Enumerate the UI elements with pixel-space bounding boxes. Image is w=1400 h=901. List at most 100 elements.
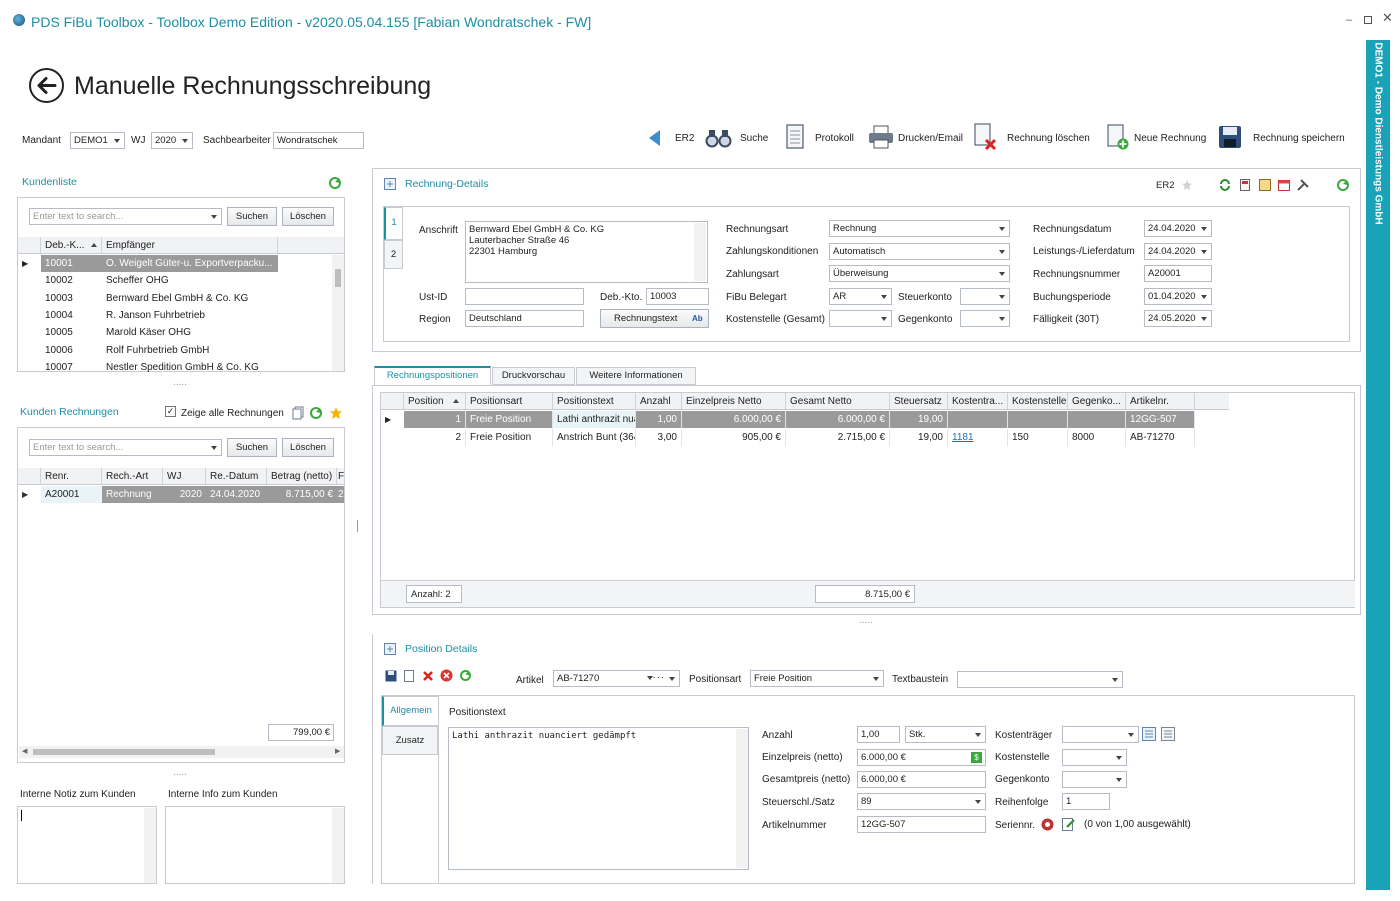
refresh-icon[interactable] (328, 176, 342, 190)
splitter-handle[interactable]: ..... (859, 615, 873, 627)
list-item[interactable]: 10005 Marold Käser OHG (18, 324, 332, 341)
einzelpreis-field[interactable]: 6.000,00 € (857, 749, 986, 766)
rechnungen-search-input[interactable]: Enter text to search... (29, 439, 222, 456)
rechnung-loeschen-button[interactable]: Rechnung löschen (973, 123, 1095, 151)
neue-rechnung-button[interactable]: Neue Rechnung (1106, 124, 1211, 152)
tab-weitere-informationen[interactable]: Weitere Informationen (576, 367, 696, 385)
sachbearbeiter-field[interactable]: Wondratschek (273, 132, 364, 149)
suche-button[interactable]: Suche (705, 126, 775, 150)
column-betrag[interactable]: Betrag (netto) (267, 468, 337, 484)
refresh-icon[interactable] (309, 406, 323, 420)
interne-notiz-field[interactable] (17, 806, 157, 884)
column-6[interactable]: Steuersatz (890, 393, 948, 409)
drucken-button[interactable]: Drucken/Email (867, 124, 967, 150)
star-outline-icon[interactable] (1181, 179, 1193, 191)
gegenkonto-select[interactable] (960, 310, 1010, 327)
tab-rechnungspositionen[interactable]: Rechnungspositionen (374, 366, 491, 386)
rechnungsart-select[interactable]: Rechnung (829, 220, 1010, 237)
protokoll-button[interactable]: Protokoll (785, 124, 860, 150)
anzahl-field[interactable]: 1,00 (857, 726, 900, 743)
list-icon[interactable] (1142, 727, 1156, 741)
tab-zusatz[interactable]: Zusatz (382, 726, 438, 755)
table-row[interactable]: 2Freie PositionAnstrich Bunt (364 St...3… (381, 428, 1229, 446)
leistungsdatum-field[interactable]: 24.04.2020 (1144, 243, 1212, 260)
list-item[interactable]: 10006 Rolf Fuhrbetrieb GmbH (18, 342, 332, 359)
kundenliste-suchen-button[interactable]: Suchen (227, 207, 277, 226)
column-3[interactable]: Anzahl (636, 393, 682, 409)
kundenliste-scrollbar[interactable] (332, 255, 344, 371)
column-f[interactable]: F (337, 468, 345, 484)
list-item[interactable]: 10002 Scheffer OHG (18, 272, 332, 289)
table-icon[interactable] (1161, 727, 1175, 741)
rechnungen-loeschen-button[interactable]: Löschen (282, 438, 334, 457)
tab-allgemein[interactable]: Allgemein (382, 696, 438, 726)
column-9[interactable]: Gegenko... (1068, 393, 1126, 409)
kostentraeger-select[interactable] (1062, 726, 1139, 743)
belegart-select[interactable]: AR (829, 288, 892, 305)
region-field[interactable]: Deutschland (465, 310, 584, 327)
rechnungen-hscrollbar[interactable]: ◀ ▶ (19, 746, 344, 758)
kostenstelle-select[interactable] (1062, 749, 1127, 766)
faelligkeit-field[interactable]: 24.05.2020 (1144, 310, 1212, 327)
money-icon[interactable]: $ (971, 752, 982, 763)
anschrift-field[interactable]: Bernward Ebel GmbH & Co. KG Lauterbacher… (465, 221, 708, 283)
er2-button[interactable]: ER2 (644, 126, 694, 150)
table-row[interactable]: ▶ A20001 Rechnung 2020 24.04.2020 8.715,… (18, 486, 344, 503)
sync-icon[interactable] (1219, 179, 1231, 191)
list-item[interactable]: 10003 Bernward Ebel GmbH & Co. KG (18, 290, 332, 307)
table-row[interactable]: ▶1Freie PositionLathi anthrazit nuan...1… (381, 411, 1229, 428)
new-icon[interactable] (404, 670, 414, 682)
artikelnummer-field[interactable]: 12GG-507 (857, 816, 986, 833)
einheit-select[interactable]: Stk. (905, 726, 986, 743)
debkto-field[interactable]: 10003 (646, 288, 709, 305)
note-icon[interactable] (1259, 179, 1271, 191)
column-7[interactable]: Kostentra... (948, 393, 1008, 409)
close-button[interactable]: ✕ (1382, 11, 1393, 24)
column-empfaenger[interactable]: Empfänger (102, 237, 278, 253)
star-icon[interactable] (329, 406, 343, 420)
reihenfolge-field[interactable]: 1 (1062, 793, 1110, 810)
column-2[interactable]: Positionstext (553, 393, 636, 409)
rechnung-speichern-button[interactable]: Rechnung speichern (1218, 125, 1350, 151)
ustid-field[interactable] (465, 288, 584, 305)
edit-list-icon[interactable] (1062, 818, 1075, 831)
zahlungsart-select[interactable]: Überweisung (829, 265, 1010, 282)
minimize-button[interactable]: – (1346, 14, 1352, 26)
back-button[interactable] (29, 68, 64, 103)
gegenkonto-pos-select[interactable] (1062, 771, 1127, 788)
column-5[interactable]: Gesamt Netto (786, 393, 890, 409)
rechnungen-suchen-button[interactable]: Suchen (227, 438, 277, 457)
column-10[interactable]: Artikelnr. (1126, 393, 1195, 409)
zahlungskond-select[interactable]: Automatisch (829, 243, 1010, 260)
company-side-tab[interactable]: DEMO1 - Demo Dienstleistungs GmbH (1366, 40, 1390, 890)
copy-icon[interactable] (292, 406, 304, 420)
kundenliste-search-input[interactable]: Enter text to search... (29, 208, 222, 225)
rechnungsdatum-field[interactable]: 24.04.2020 (1144, 220, 1212, 237)
list-item[interactable]: ▶ 10001 O. Weigelt Güter-u. Exportverpacku… (18, 255, 332, 272)
column-wj[interactable]: WJ (163, 468, 206, 484)
column-1[interactable]: Positionsart (466, 393, 553, 409)
buchungsperiode-field[interactable]: 01.04.2020 (1144, 288, 1212, 305)
column-4[interactable]: Einzelpreis Netto (682, 393, 786, 409)
positionsart-select[interactable]: Freie Position (750, 670, 884, 687)
column-8[interactable]: Kostenstelle (1008, 393, 1068, 409)
gesamtpreis-field[interactable]: 6.000,00 € (857, 771, 986, 788)
splitter-handle[interactable]: ..... (173, 767, 187, 779)
maximize-button[interactable] (1364, 16, 1372, 24)
delete-icon[interactable] (422, 670, 434, 682)
column-re-datum[interactable]: Re.-Datum (206, 468, 267, 484)
cancel-icon[interactable] (440, 669, 453, 682)
details-tab-2[interactable]: 2 (384, 240, 403, 269)
details-tab-1[interactable]: 1 (384, 207, 403, 240)
mandant-select[interactable]: DEMO1 (70, 132, 125, 149)
steuerschl-select[interactable]: 89 (857, 793, 986, 810)
vertical-splitter[interactable] (357, 520, 358, 532)
column-rech-art[interactable]: Rech.-Art (102, 468, 163, 484)
steuerkonto-select[interactable] (960, 288, 1010, 305)
positionstext-field[interactable]: Lathi anthrazit nuanciert gedämpft (448, 727, 749, 870)
interne-info-field[interactable] (165, 806, 345, 884)
refresh-icon[interactable] (1336, 178, 1350, 192)
column-renr[interactable]: Renr. (41, 468, 102, 484)
list-item[interactable]: 10004 R. Janson Fuhrbetrieb (18, 307, 332, 324)
calendar-icon[interactable] (1278, 179, 1290, 191)
